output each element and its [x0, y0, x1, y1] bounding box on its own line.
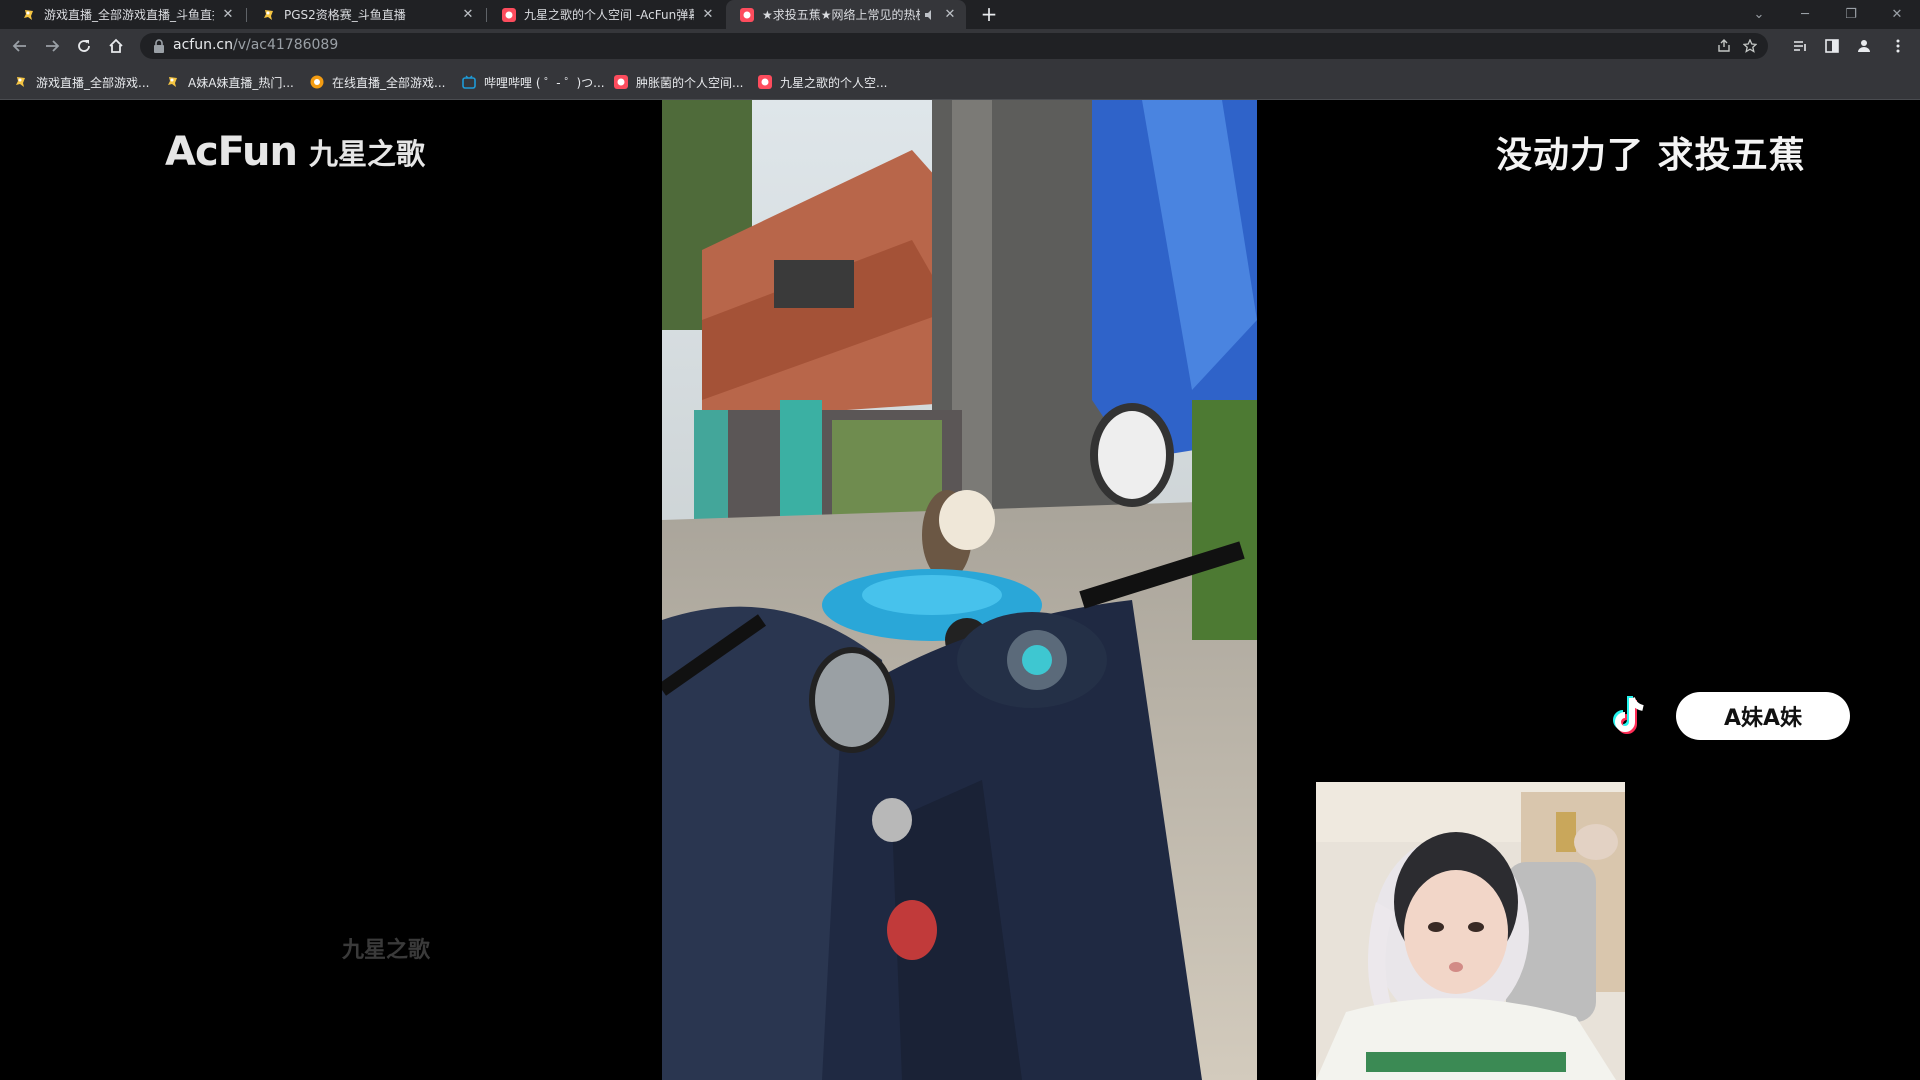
logo-wordmark: AcFun: [165, 129, 298, 175]
side-panel-button[interactable]: [1820, 34, 1844, 58]
restore-button[interactable]: ❐: [1828, 0, 1874, 29]
bookmark-label: 哔哩哔哩 ( ゜- ゜)つ...: [484, 75, 605, 90]
home-icon: [109, 38, 123, 53]
douyu-favicon-icon: [168, 77, 177, 87]
douyu-favicon-icon: [264, 9, 273, 20]
acfun-favicon-icon: [614, 75, 628, 89]
bookmark-star-button[interactable]: [1742, 38, 1758, 54]
bookmark-label: 九星之歌的个人空...: [780, 75, 888, 90]
logo-channel-name: 九星之歌: [308, 137, 425, 171]
tab-title: PGS2资格赛_斗鱼直播: [284, 8, 406, 22]
media-control-button[interactable]: [1788, 34, 1812, 58]
bookmarks-bar: 游戏直播_全部游戏... A妹A妹直播_热门... 在线直播_全部游戏... 哔…: [0, 63, 1920, 100]
tab-douyu-games[interactable]: 游戏直播_全部游戏直播_斗鱼直播 ✕: [8, 0, 244, 29]
share-icon: [1718, 39, 1730, 52]
address-bar[interactable]: acfun.cn/v/ac41786089: [140, 33, 1768, 59]
reload-button[interactable]: [72, 34, 96, 58]
bookmark-label: 在线直播_全部游戏...: [332, 75, 446, 90]
minimize-button[interactable]: ─: [1782, 0, 1828, 29]
tab-title: 游戏直播_全部游戏直播_斗鱼直播: [44, 8, 214, 22]
bookmark-jiuxing[interactable]: 九星之歌的个人空...: [758, 73, 887, 91]
tab-strip: 游戏直播_全部游戏直播_斗鱼直播 ✕ PGS2资格赛_斗鱼直播 ✕ 九星之歌的个…: [0, 0, 1920, 29]
new-tab-button[interactable]: +: [978, 4, 1000, 26]
bookmark-amei-live[interactable]: A妹A妹直播_热门...: [166, 73, 294, 91]
acfun-favicon-icon: [740, 7, 754, 22]
arrow-left-icon: [12, 40, 26, 52]
kebab-menu-icon: [1896, 39, 1900, 53]
tab-title: ★求投五蕉★网络上常见的热梗: [762, 8, 920, 22]
tab-pgs2[interactable]: PGS2资格赛_斗鱼直播 ✕: [248, 0, 484, 29]
browser-toolbar: acfun.cn/v/ac41786089: [0, 29, 1920, 63]
douyu-favicon-icon: [16, 77, 25, 87]
video-page: AcFun 九星之歌 九星之歌 没动力了 求投五蕉 A妹A妹: [0, 100, 1920, 1080]
speaker-muted-icon[interactable]: [924, 9, 936, 21]
url-host: acfun.cn: [173, 37, 233, 53]
arrow-right-icon: [46, 40, 60, 52]
star-icon: [1743, 39, 1757, 53]
url-path: /v/ac41786089: [232, 37, 339, 53]
video-watermark: 九星之歌: [342, 938, 431, 963]
tab-close-icon[interactable]: ✕: [942, 7, 958, 22]
url-text[interactable]: acfun.cn/v/ac41786089: [173, 37, 338, 53]
acfun-logo: AcFun 九星之歌: [165, 129, 425, 175]
bookmark-online-live[interactable]: 在线直播_全部游戏...: [310, 73, 445, 91]
bookmark-label: 游戏直播_全部游戏...: [36, 75, 150, 90]
douyu-favicon-icon: [24, 9, 33, 20]
acfun-favicon-icon: [502, 7, 516, 22]
tab-separator: [246, 8, 247, 22]
forward-button[interactable]: [40, 34, 64, 58]
webcam-overlay: [1316, 782, 1625, 1080]
side-panel-icon: [1825, 39, 1839, 53]
tab-acfun-space[interactable]: 九星之歌的个人空间 -AcFun弹幕视频网 ✕: [488, 0, 724, 29]
home-button[interactable]: [104, 34, 128, 58]
back-button[interactable]: [8, 34, 32, 58]
browser-menu-button[interactable]: [1886, 34, 1910, 58]
tab-close-icon[interactable]: ✕: [700, 7, 716, 22]
share-button[interactable]: [1716, 38, 1732, 54]
bilibili-favicon-icon: [462, 75, 476, 89]
tab-search-button[interactable]: ⌄: [1736, 0, 1782, 29]
profile-button[interactable]: [1852, 34, 1876, 58]
reload-icon: [78, 40, 90, 52]
tab-close-icon[interactable]: ✕: [220, 7, 236, 22]
bookmark-label: 肿胀菌的个人空间...: [636, 75, 744, 90]
tab-acfun-video-active[interactable]: ★求投五蕉★网络上常见的热梗 ✕: [726, 0, 966, 29]
bookmark-douyu-games[interactable]: 游戏直播_全部游戏...: [14, 73, 149, 91]
tab-separator: [486, 8, 487, 22]
huya-favicon-icon: [310, 75, 324, 89]
profile-icon: [1858, 40, 1870, 52]
media-control-icon: [1794, 41, 1806, 51]
window-close-button[interactable]: ✕: [1874, 0, 1920, 29]
video-caption: 没动力了 求投五蕉: [1496, 135, 1806, 176]
bookmark-bilibili[interactable]: 哔哩哔哩 ( ゜- ゜)つ...: [462, 73, 605, 91]
bookmark-zhongzhang[interactable]: 肿胀菌的个人空间...: [614, 73, 743, 91]
lock-icon[interactable]: [152, 38, 166, 54]
streamer-name-tag: A妹A妹: [1676, 692, 1850, 740]
video-frame[interactable]: [662, 100, 1257, 1080]
acfun-favicon-icon: [758, 75, 772, 89]
tab-title: 九星之歌的个人空间 -AcFun弹幕视频网: [524, 8, 694, 22]
bookmark-label: A妹A妹直播_热门...: [188, 75, 294, 90]
tab-close-icon[interactable]: ✕: [460, 7, 476, 22]
tiktok-icon: [1613, 696, 1644, 734]
